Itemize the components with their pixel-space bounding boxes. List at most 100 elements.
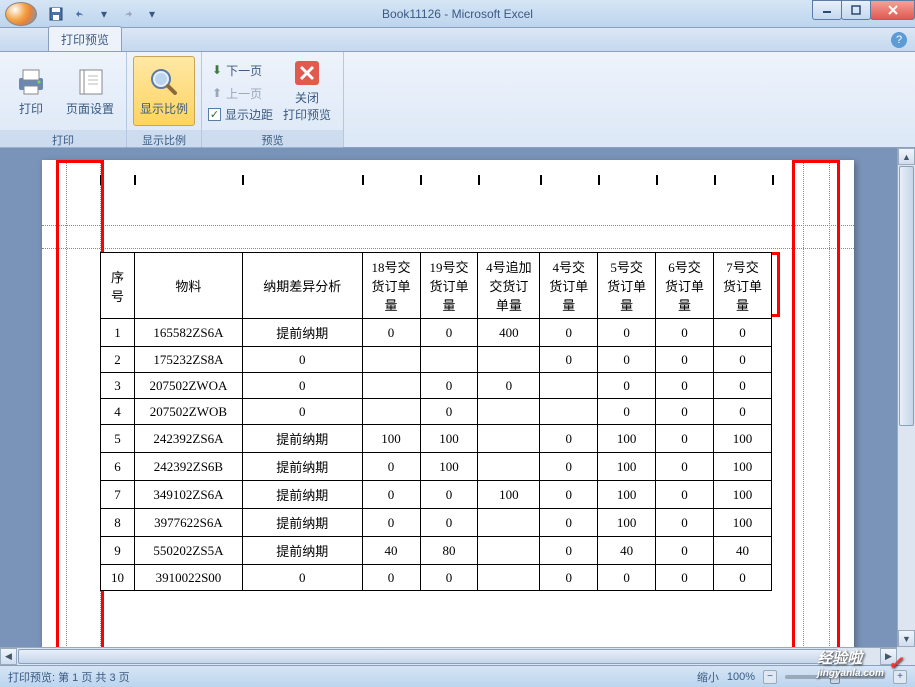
qat-dropdown-icon[interactable]: ▾ — [94, 4, 114, 24]
next-page-button[interactable]: ⬇ 下一页 — [208, 60, 273, 81]
table-cell: 0 — [656, 509, 714, 537]
table-cell: 0 — [362, 509, 420, 537]
table-cell: 100 — [713, 425, 771, 453]
table-cell: 提前纳期 — [242, 319, 362, 347]
save-icon[interactable] — [46, 4, 66, 24]
table-cell: 0 — [420, 481, 478, 509]
office-button[interactable] — [0, 0, 42, 28]
table-row: 103910022S000000000 — [101, 565, 772, 591]
table-header-row: 序号 物料 纳期差异分析 18号交货订单量 19号交货订单量 4号追加交货订单量… — [101, 253, 772, 319]
arrow-up-icon: ⬆ — [212, 86, 222, 100]
zoom-out-button[interactable]: − — [763, 670, 777, 684]
statusbar: 打印预览: 第 1 页 共 3 页 缩小 100% − + — [0, 665, 915, 687]
table-cell — [478, 565, 540, 591]
zoom-percent: 100% — [727, 671, 755, 683]
qat-customize-icon[interactable]: ▾ — [142, 4, 162, 24]
ribbon-group-preview: ⬇ 下一页 ⬆ 上一页 ✓ 显示边距 关闭 打印预览 预览 — [202, 52, 344, 147]
table-cell: 0 — [540, 453, 598, 481]
table-cell: 0 — [713, 399, 771, 425]
table-cell — [478, 509, 540, 537]
document-viewport[interactable]: 囊括了表格的全部列 序号 物料 纳期差异分析 18号交货订单量 19号交货订单量… — [0, 148, 897, 647]
vertical-scrollbar[interactable]: ▲ ▼ — [897, 148, 915, 647]
table-cell: 100 — [420, 425, 478, 453]
table-cell: 0 — [656, 425, 714, 453]
table-cell: 207502ZWOB — [134, 399, 242, 425]
table-cell: 100 — [713, 481, 771, 509]
close-button[interactable] — [870, 0, 915, 20]
table-row: 2175232ZS8A00000 — [101, 347, 772, 373]
table-cell: 80 — [420, 537, 478, 565]
table-cell — [478, 537, 540, 565]
redo-icon[interactable] — [118, 4, 138, 24]
table-cell: 0 — [362, 481, 420, 509]
table-cell: 0 — [362, 319, 420, 347]
office-logo-icon — [5, 2, 37, 26]
table-cell: 550202ZS5A — [134, 537, 242, 565]
minimize-button[interactable] — [812, 0, 842, 20]
table-row: 5242392ZS6A提前纳期10010001000100 — [101, 425, 772, 453]
table-cell — [478, 347, 540, 373]
help-icon[interactable]: ? — [891, 32, 907, 48]
table-header: 18号交货订单量 — [362, 253, 420, 319]
ribbon-group-print: 打印 页面设置 打印 — [0, 52, 127, 147]
close-preview-button[interactable]: 关闭 打印预览 — [277, 56, 337, 126]
table-cell: 提前纳期 — [242, 481, 362, 509]
scroll-down-button[interactable]: ▼ — [898, 630, 915, 647]
table-row: 9550202ZS5A提前纳期4080040040 — [101, 537, 772, 565]
table-row: 7349102ZS6A提前纳期0010001000100 — [101, 481, 772, 509]
table-cell: 175232ZS8A — [134, 347, 242, 373]
document-area: 囊括了表格的全部列 序号 物料 纳期差异分析 18号交货订单量 19号交货订单量… — [0, 148, 915, 665]
table-header: 4号交货订单量 — [540, 253, 598, 319]
red-highlight-right — [792, 160, 840, 647]
table-cell — [362, 347, 420, 373]
table-cell: 5 — [101, 425, 135, 453]
print-label: 打印 — [19, 100, 43, 117]
table-cell: 0 — [656, 399, 714, 425]
table-row: 83977622S6A提前纳期0001000100 — [101, 509, 772, 537]
table-cell — [478, 399, 540, 425]
table-cell: 0 — [656, 481, 714, 509]
table-cell: 2 — [101, 347, 135, 373]
table-cell: 0 — [420, 319, 478, 347]
prev-page-button[interactable]: ⬆ 上一页 — [208, 83, 273, 104]
table-cell: 9 — [101, 537, 135, 565]
table-cell: 0 — [656, 537, 714, 565]
printer-icon — [15, 66, 47, 98]
titlebar: ▾ ▾ Book11126 - Microsoft Excel — [0, 0, 915, 28]
table-cell: 0 — [540, 509, 598, 537]
vscroll-thumb[interactable] — [899, 166, 914, 426]
window-controls — [813, 0, 915, 20]
tab-print-preview[interactable]: 打印预览 — [48, 26, 122, 51]
table-cell: 提前纳期 — [242, 537, 362, 565]
table-cell: 0 — [598, 319, 656, 347]
page-setup-icon — [74, 66, 106, 98]
table-cell: 0 — [656, 373, 714, 399]
zoom-button[interactable]: 显示比例 — [133, 56, 195, 126]
horizontal-scrollbar[interactable]: ◀ ▶ — [0, 647, 897, 665]
watermark-text2: jingyanla.com — [817, 668, 884, 679]
table-cell: 100 — [362, 425, 420, 453]
scroll-up-button[interactable]: ▲ — [898, 148, 915, 165]
show-margins-checkbox[interactable]: ✓ 显示边距 — [208, 106, 273, 123]
table-cell: 1 — [101, 319, 135, 347]
table-cell: 0 — [362, 565, 420, 591]
print-button[interactable]: 打印 — [6, 56, 56, 126]
table-cell: 提前纳期 — [242, 453, 362, 481]
table-cell — [362, 373, 420, 399]
window-title: Book11126 - Microsoft Excel — [382, 7, 533, 21]
scroll-left-button[interactable]: ◀ — [0, 648, 17, 665]
check-icon: ✓ — [888, 653, 903, 674]
undo-icon[interactable] — [70, 4, 90, 24]
hscroll-thumb[interactable] — [18, 649, 838, 664]
table-cell: 100 — [598, 509, 656, 537]
table-cell: 0 — [598, 347, 656, 373]
page-setup-button[interactable]: 页面设置 — [60, 56, 120, 126]
table-cell: 0 — [242, 399, 362, 425]
maximize-button[interactable] — [841, 0, 871, 20]
table-cell: 0 — [420, 565, 478, 591]
table-header: 5号交货订单量 — [598, 253, 656, 319]
print-group-label: 打印 — [0, 130, 126, 150]
table-cell — [362, 399, 420, 425]
zoom-label: 显示比例 — [140, 100, 188, 117]
table-cell: 0 — [420, 373, 478, 399]
